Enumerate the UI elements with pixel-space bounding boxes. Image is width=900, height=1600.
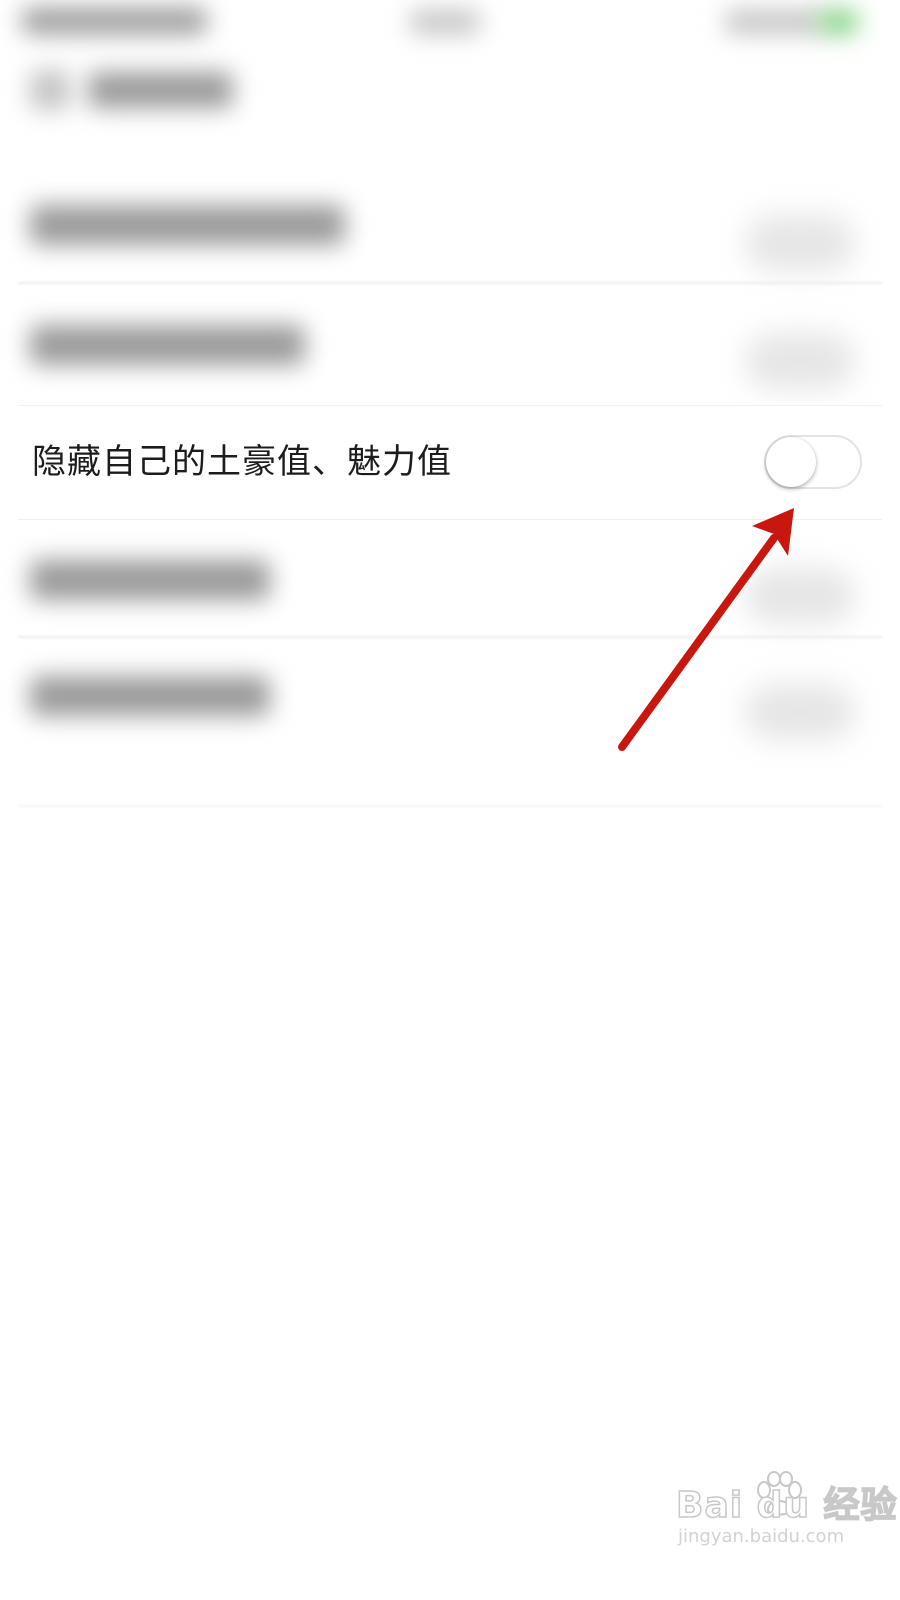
settings-screen: 隐藏自己的土豪值、魅力值 Bai du 经验 jingyan.baidu.com [0,0,900,1600]
setting-row-5-toggle-blurred[interactable] [745,684,855,740]
watermark-logo-text: Bai du 经验 [675,1484,898,1527]
divider [18,636,882,638]
setting-label: 隐藏自己的土豪值、魅力值 [32,442,452,482]
setting-row-5-label-blurred [30,676,270,716]
status-bar-blurred [22,8,207,34]
hide-wealth-charm-toggle[interactable] [764,435,862,489]
watermark-url: jingyan.baidu.com [678,1526,845,1547]
setting-row-4-toggle-blurred[interactable] [745,568,855,624]
setting-row-1-toggle-blurred[interactable] [745,215,855,271]
page-title-blurred [88,72,233,108]
divider [18,282,882,284]
setting-row-1-label-blurred [30,205,345,245]
setting-row-4-label-blurred [30,560,270,600]
divider [18,805,882,807]
divider [18,519,882,520]
baidu-jingyan-watermark: Bai du 经验 jingyan.baidu.com [675,1471,897,1556]
toggle-knob [766,437,816,487]
divider [18,405,882,406]
setting-row-2-toggle-blurred[interactable] [745,333,855,389]
status-bar-time-blurred [410,10,480,34]
setting-row-2-label-blurred [30,325,305,365]
battery-icon-blurred [820,10,858,34]
back-button-blurred[interactable] [30,70,70,110]
setting-row-hide-wealth-charm: 隐藏自己的土豪值、魅力值 [0,405,900,520]
status-bar-battery-blurred [725,10,825,34]
